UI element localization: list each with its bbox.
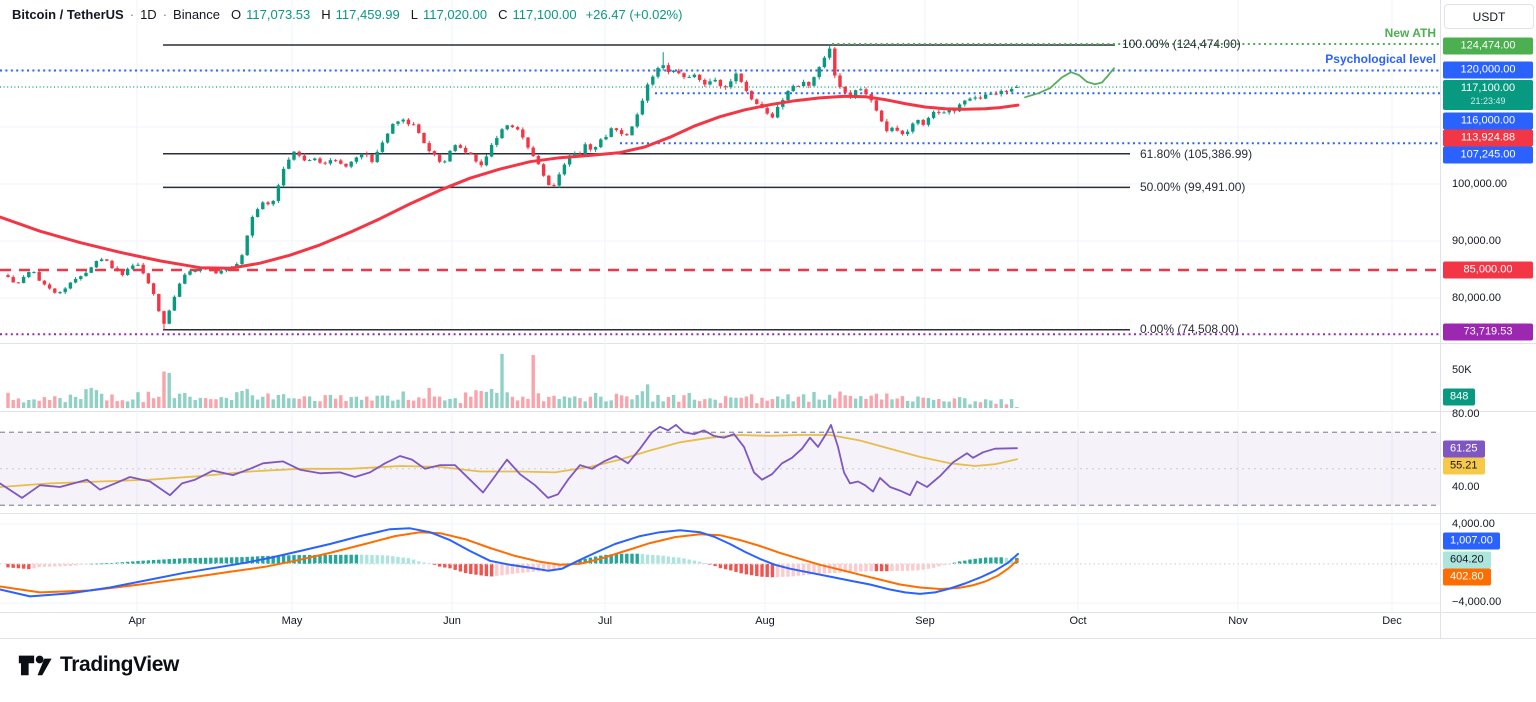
price-axis-badge: 604.20 (1443, 552, 1491, 569)
price-axis-badge: 116,000.00 (1443, 113, 1533, 130)
low-value: 117,020.00 (423, 7, 487, 22)
time-axis-month-sep: Sep (915, 615, 935, 627)
countdown-timer: 21:23:49 (1450, 95, 1526, 108)
time-axis-month-jul: Jul (598, 615, 612, 627)
ma-red-layer (0, 96, 1018, 268)
close-value: 117,100.00 (512, 7, 576, 22)
time-axis-month-apr: Apr (128, 615, 145, 627)
fib-50-label: 50.00% (99,491.00) (1140, 180, 1245, 194)
price-axis-tick: 50K (1452, 364, 1472, 376)
price-axis-tick: 100,000.00 (1452, 178, 1507, 190)
price-axis-badge: 85,000.00 (1443, 262, 1533, 279)
price-axis-badge: 61.25 (1443, 441, 1485, 458)
open-label: O (231, 7, 241, 22)
price-axis-badge: 402.80 (1443, 569, 1491, 586)
tradingview-chart-widget: Bitcoin / TetherUS · 1D · Binance O 117,0… (0, 0, 1536, 702)
change-value: +26.47 (+0.02%) (586, 7, 683, 22)
fib-100-label: 100.00% (124,474.00) (1122, 37, 1241, 51)
price-axis-badge: 107,245.00 (1443, 147, 1533, 164)
new-ath-annotation[interactable]: New ATH (1385, 26, 1436, 40)
price-axis-tick: 40.00 (1452, 481, 1480, 493)
high-value: 117,459.99 (336, 7, 400, 22)
open-value: 117,073.53 (246, 7, 310, 22)
price-axis-tick: 80.00 (1452, 408, 1480, 420)
time-axis-month-oct: Oct (1069, 615, 1086, 627)
exchange-label: Binance (173, 7, 220, 22)
price-axis-badge: 124,474.00 (1443, 38, 1533, 55)
price-axis-badge: 113,924.88 (1443, 130, 1533, 147)
tradingview-logo-text: TradingView (60, 653, 179, 677)
time-axis-month-nov: Nov (1228, 615, 1248, 627)
price-axis-tick: 80,000.00 (1452, 292, 1501, 304)
time-axis-month-dec: Dec (1382, 615, 1402, 627)
volume-bars-layer (6, 354, 1018, 408)
price-axis-tick: −4,000.00 (1452, 596, 1501, 608)
psychological-level-annotation[interactable]: Psychological level (1325, 52, 1436, 66)
time-axis-month-jun: Jun (443, 615, 461, 627)
price-axis-badge: 117,100.0021:23:49 (1443, 80, 1533, 110)
price-axis-tick: 90,000.00 (1452, 235, 1501, 247)
forecast-path-layer (1025, 68, 1114, 97)
chart-canvas[interactable] (0, 0, 1440, 640)
symbol-name[interactable]: Bitcoin / TetherUS (12, 7, 124, 22)
separator-dot: · (163, 7, 167, 22)
separator-dot: · (130, 7, 134, 22)
low-label: L (411, 7, 418, 22)
time-axis-month-may: May (282, 615, 303, 627)
price-axis-badge: 73,719.53 (1443, 324, 1533, 341)
price-axis-tick: 4,000.00 (1452, 518, 1495, 530)
price-axis-badge: 848 (1443, 389, 1475, 406)
fib-0-label: 0.00% (74,508.00) (1140, 322, 1239, 336)
price-axis-border (1440, 0, 1441, 638)
price-axis-badge: 1,007.00 (1443, 533, 1500, 550)
price-axis-badge: 55.21 (1443, 458, 1485, 475)
symbol-header[interactable]: Bitcoin / TetherUS · 1D · Binance O 117,0… (12, 7, 682, 22)
tradingview-logo-icon (18, 650, 52, 680)
high-label: H (321, 7, 330, 22)
currency-toggle-button[interactable]: USDT (1444, 4, 1534, 29)
interval-label[interactable]: 1D (140, 7, 157, 22)
price-axis-badge: 120,000.00 (1443, 62, 1533, 79)
tradingview-logo[interactable]: TradingView (18, 650, 179, 680)
time-axis-month-aug: Aug (755, 615, 775, 627)
fib-618-label: 61.80% (105,386.99) (1140, 147, 1252, 161)
grid-layer (0, 0, 1440, 612)
rsi-pane-layer (0, 425, 1440, 505)
close-label: C (498, 7, 507, 22)
